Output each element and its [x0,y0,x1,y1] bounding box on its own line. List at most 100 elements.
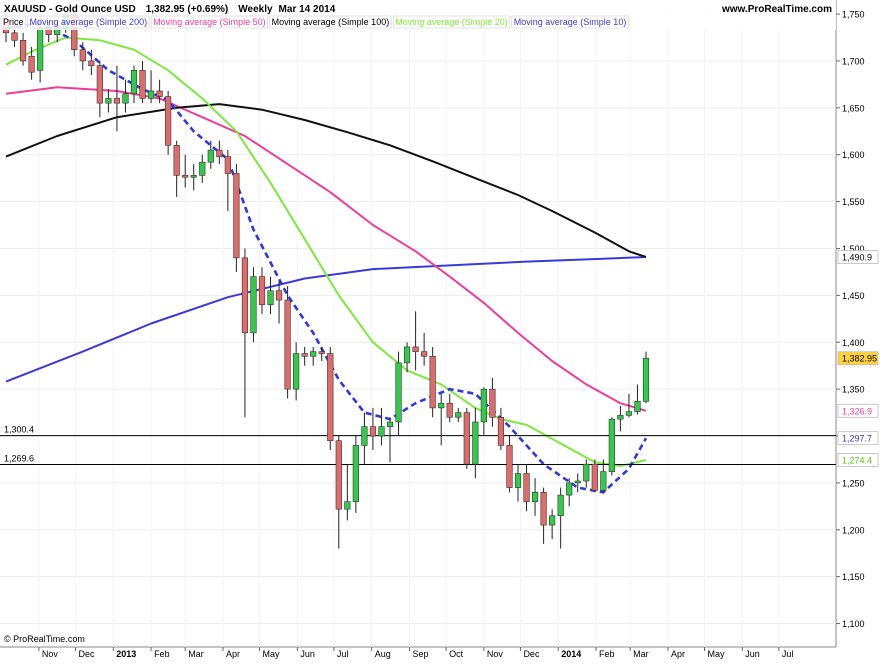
candle-body [608,418,615,472]
candle-body [352,445,359,502]
candle-body [455,412,462,418]
candle-body [378,426,385,437]
legend-entry: Moving average (Simple 10) [514,17,627,27]
horizontal-level-label: 1,300.4 [4,425,34,435]
candle [429,346,436,418]
candle-body [583,463,590,482]
price-tag-label: 1,490.9 [842,253,872,263]
price-tag-label: 1,274.4 [842,456,872,466]
x-tick-label: 2014 [561,649,581,659]
x-tick-label: Dec [523,649,540,659]
candle-body [557,494,564,517]
candle-body [139,70,146,99]
candle-body [497,416,505,446]
candle-body [472,421,479,465]
candle-body [233,173,240,259]
x-tick-label: Feb [154,649,170,659]
candle-body [386,421,394,427]
candle-body [19,40,27,62]
x-tick-label: Jul [782,649,794,659]
candle-body [531,491,539,502]
chart-symbol-title: XAUUSD - Gold Ounce USD 1,382.95 (+0.69%)… [4,4,336,15]
candle-body [566,482,573,496]
y-tick-label: 1,550 [842,197,865,207]
copyright-label: © ProRealTime.com [4,634,85,644]
price-tag-label: 1,382.95 [842,354,877,364]
chart-canvas: 1,300.41,269.6 1,1001,1501,2001,2501,300… [0,0,880,660]
candle-body [156,90,163,97]
candle-body [600,471,607,491]
y-tick-label: 1,450 [842,291,865,301]
candle [250,267,257,343]
candle-body [642,357,650,402]
candle-body [182,175,189,178]
candle-body [438,402,445,409]
candle-body [275,290,283,301]
candle-body [549,515,556,526]
price-tag: 1,297.7 [837,431,879,446]
y-tick-label: 1,250 [842,478,865,488]
chart-background [0,0,880,660]
candle-body [199,161,206,176]
candle-body [105,98,112,104]
x-tick-label: Dec [78,649,95,659]
candle-body [11,32,18,41]
y-tick-label: 1,350 [842,385,865,395]
x-tick-label: Nov [487,649,504,659]
candle-body [625,411,633,416]
legend: Price Moving average (Simple 200) Moving a… [0,15,629,29]
x-tick-label: Sep [413,649,429,659]
gold-weekly-chart: 1,300.41,269.6 1,1001,1501,2001,2501,300… [0,0,880,660]
candle-body [617,415,624,420]
candle-body [165,96,172,146]
price-tag-label: 1,326.9 [842,406,872,416]
candle [463,407,470,469]
y-tick-label: 1,200 [842,525,865,535]
date-label: Mar 14 2014 [279,4,336,15]
y-tick-label: 1,700 [842,56,865,66]
candle-body [224,156,231,174]
y-tick-label: 1,600 [842,150,865,160]
price-tag: 1,274.4 [837,453,879,467]
candle-body [403,346,411,364]
candle-body [190,175,197,178]
candle [591,459,598,493]
y-tick-label: 1,750 [842,10,865,20]
candle-body [514,473,522,488]
candle-body [344,501,351,510]
candle-body [79,49,86,62]
candle-body [429,356,436,409]
candle-body [395,362,402,423]
x-tick-label: 2013 [116,649,136,659]
legend-entry: Moving average (Simple 20) [395,17,508,27]
y-tick-label: 1,150 [842,572,865,582]
legend-entry: Moving average (Simple 200) [30,17,148,27]
candle [608,417,615,476]
candle [352,436,359,513]
candle [642,351,650,404]
price-tag-label: 1,297.7 [842,434,872,444]
candle [284,285,291,399]
legend-entry: Price [3,17,24,27]
candle-body [293,353,300,390]
candle-body [250,276,257,334]
x-tick-label: Jul [337,649,349,659]
price-tag: 1,326.9 [837,403,879,418]
x-tick-label: Apr [226,649,240,659]
candle-body [207,149,214,163]
candle-body [130,70,138,95]
candle-body [28,55,35,73]
y-tick-label: 1,400 [842,338,865,348]
x-tick-label: Jun [745,649,760,659]
candle-body [173,145,180,176]
candle-body [216,149,223,157]
candle-body [335,440,342,510]
x-tick-label: Feb [599,649,615,659]
candle-body [96,65,103,104]
candle-body [284,299,291,390]
candle-body [241,257,249,334]
price-change-label: 1,382.95 (+0.69%) [146,4,229,15]
x-tick-label: Oct [449,649,464,659]
y-tick-label: 1,650 [842,103,865,113]
candle-body [421,351,428,357]
